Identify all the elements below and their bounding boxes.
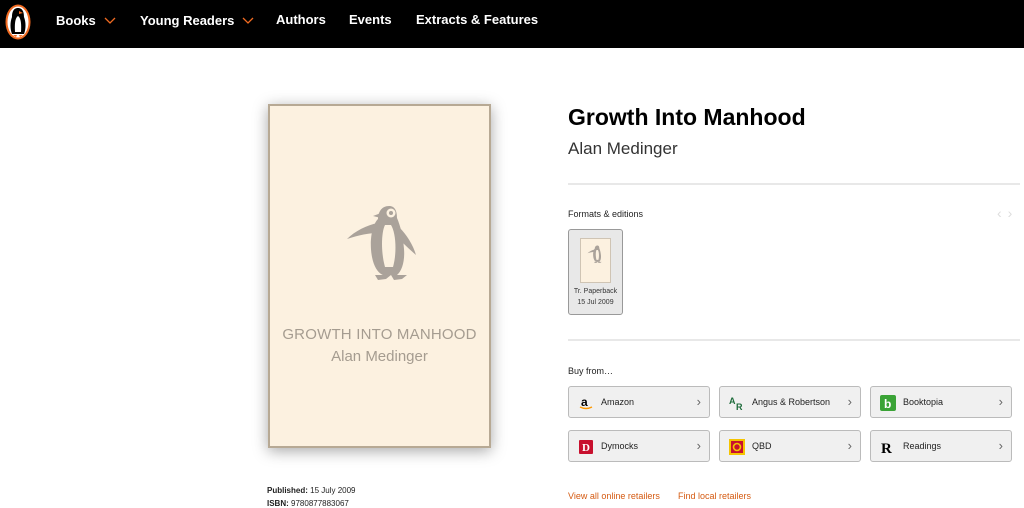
nav-young-readers-label: Young Readers bbox=[140, 13, 235, 28]
nav-extracts-features[interactable]: Extracts & Features bbox=[416, 0, 538, 48]
nav-books-label: Books bbox=[56, 13, 96, 28]
retailer-booktopia-button[interactable]: b Booktopia › bbox=[870, 386, 1012, 418]
retailer-name: Amazon bbox=[601, 397, 635, 407]
readings-icon: R bbox=[880, 439, 896, 455]
view-all-retailers-link[interactable]: View all online retailers bbox=[568, 491, 660, 501]
retailer-qbd-button[interactable]: QBD › bbox=[719, 430, 861, 462]
chevron-right-icon: › bbox=[847, 394, 852, 409]
nav-events-label: Events bbox=[349, 12, 392, 27]
divider bbox=[568, 183, 1020, 185]
retailer-amazon-button[interactable]: a Amazon › bbox=[568, 386, 710, 418]
nav-extracts-features-label: Extracts & Features bbox=[416, 12, 539, 27]
svg-text:D: D bbox=[582, 442, 590, 454]
edition-format: Tr. Paperback bbox=[573, 288, 618, 295]
svg-text:a: a bbox=[581, 395, 588, 409]
nav-books[interactable]: Books bbox=[56, 0, 116, 48]
penguin-logo-icon[interactable] bbox=[5, 4, 31, 40]
edition-date: 15 Jul 2009 bbox=[577, 299, 614, 306]
published-info: Published: 15 July 2009 bbox=[267, 486, 356, 495]
svg-text:A: A bbox=[729, 396, 736, 406]
published-label: Published: bbox=[267, 486, 308, 495]
chevron-left-icon[interactable]: ‹ bbox=[997, 205, 1008, 221]
retailer-name: Angus & Robertson bbox=[752, 397, 831, 407]
retailer-name: Dymocks bbox=[601, 441, 639, 451]
chevron-right-icon[interactable]: › bbox=[1008, 205, 1019, 221]
edition-card[interactable]: Tr. Paperback 15 Jul 2009 bbox=[568, 229, 623, 315]
amazon-icon: a bbox=[578, 395, 594, 411]
svg-text:R: R bbox=[736, 402, 743, 411]
book-author[interactable]: Alan Medinger bbox=[568, 139, 678, 159]
chevron-right-icon: › bbox=[998, 438, 1003, 453]
penguin-illustration-icon bbox=[347, 206, 416, 280]
chevron-right-icon: › bbox=[998, 394, 1003, 409]
svg-text:R: R bbox=[881, 441, 892, 455]
find-local-retailers-link[interactable]: Find local retailers bbox=[678, 491, 751, 501]
retailer-name: QBD bbox=[752, 441, 772, 451]
retailer-name: Readings bbox=[903, 441, 942, 451]
retailer-readings-button[interactable]: R Readings › bbox=[870, 430, 1012, 462]
chevron-down-icon bbox=[104, 0, 116, 40]
svg-text:b: b bbox=[884, 397, 891, 411]
chevron-right-icon: › bbox=[696, 394, 701, 409]
cover-title: GROWTH INTO MANHOOD bbox=[282, 326, 477, 343]
formats-label: Formats & editions bbox=[568, 209, 644, 219]
chevron-right-icon: › bbox=[847, 438, 852, 453]
buy-from-label: Buy from… bbox=[568, 366, 614, 376]
chevron-down-icon bbox=[242, 0, 254, 40]
chevron-right-icon: › bbox=[696, 438, 701, 453]
nav-young-readers[interactable]: Young Readers bbox=[140, 0, 254, 48]
book-title: Growth Into Manhood bbox=[568, 104, 806, 130]
dymocks-icon: D bbox=[578, 439, 594, 455]
retailer-angus-robertson-button[interactable]: AR Angus & Robertson › bbox=[719, 386, 861, 418]
booktopia-icon: b bbox=[880, 395, 896, 411]
retailer-dymocks-button[interactable]: D Dymocks › bbox=[568, 430, 710, 462]
nav-events[interactable]: Events bbox=[349, 0, 392, 48]
carousel-arrows: ‹› bbox=[997, 205, 1018, 221]
book-cover: GROWTH INTO MANHOOD Alan Medinger bbox=[268, 104, 491, 448]
nav-authors[interactable]: Authors bbox=[276, 0, 326, 48]
penguin-thumbnail-icon bbox=[587, 245, 602, 263]
cover-author: Alan Medinger bbox=[331, 348, 428, 365]
nav-authors-label: Authors bbox=[276, 12, 326, 27]
qbd-icon bbox=[729, 439, 745, 455]
retailer-name: Booktopia bbox=[903, 397, 944, 407]
published-value: 15 July 2009 bbox=[310, 486, 356, 495]
angus-robertson-icon: AR bbox=[729, 395, 745, 411]
edition-thumbnail bbox=[580, 238, 611, 283]
divider bbox=[568, 339, 1020, 341]
top-navigation: Books Young Readers Authors Events Extra… bbox=[0, 0, 1024, 48]
